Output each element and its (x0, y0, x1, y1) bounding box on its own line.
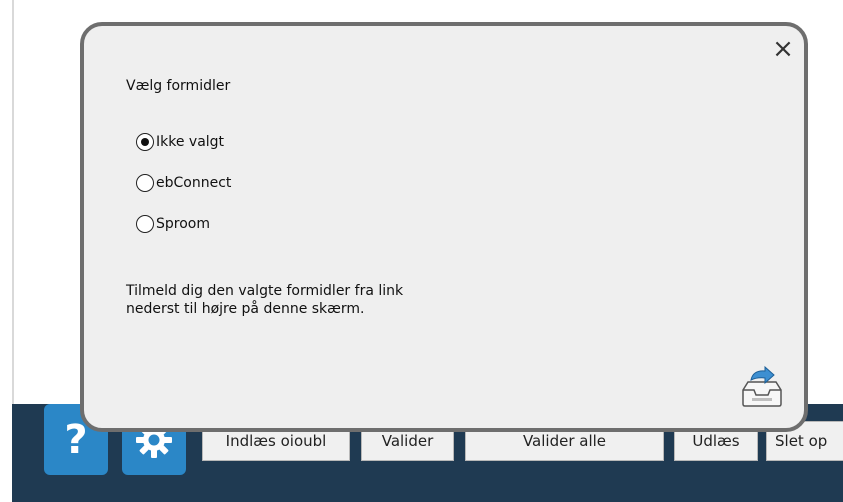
info-line: nederst til højre på denne skærm. (126, 301, 365, 317)
radio-button[interactable] (136, 215, 154, 233)
radio-button[interactable] (136, 174, 154, 192)
radio-label: Ikke valgt (156, 134, 225, 150)
export-label: Udlæs (692, 432, 740, 450)
delete-label: Slet op (775, 432, 828, 450)
page-left-border (12, 0, 14, 412)
validate-label: Valider (381, 432, 434, 450)
radio-option-sproom[interactable]: Sproom (136, 212, 210, 236)
radio-button-selected[interactable] (136, 133, 154, 151)
close-icon[interactable]: × (770, 36, 796, 62)
radio-label: Sproom (156, 216, 210, 232)
import-tray-icon[interactable] (739, 364, 785, 410)
radio-option-ikke-valgt[interactable]: Ikke valgt (136, 130, 224, 154)
info-text: Tilmeld dig den valgte formidler fra lin… (126, 282, 526, 318)
radio-option-ebconnect[interactable]: ebConnect (136, 171, 231, 195)
validate-all-label: Valider alle (522, 432, 607, 450)
choose-provider-dialog: × Vælg formidler Ikke valgt ebConnect Sp… (80, 22, 808, 432)
dialog-title: Vælg formidler (126, 78, 231, 94)
import-oioubl-label: Indlæs oioubl (225, 432, 327, 450)
radio-label: ebConnect (156, 175, 232, 191)
info-line: Tilmeld dig den valgte formidler fra lin… (126, 283, 404, 299)
